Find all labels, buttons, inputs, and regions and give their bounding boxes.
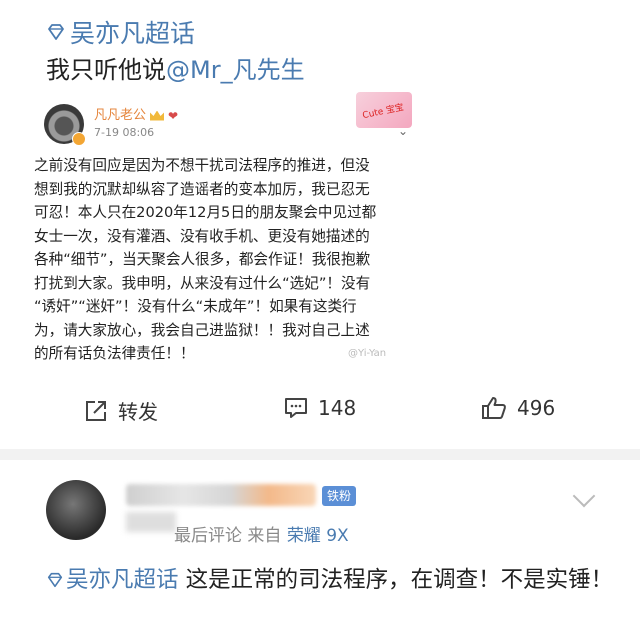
statement-line: 打扰到大家。我申明，从来没有过什么“选妃”！没有 bbox=[34, 274, 371, 292]
verified-icon bbox=[72, 132, 86, 146]
commenter-subtitle-blurred bbox=[126, 512, 176, 532]
diamond-icon bbox=[47, 572, 63, 588]
topic-link[interactable]: 吴亦凡超话 bbox=[46, 14, 195, 50]
comment-meta-prefix: 最后评论 来自 bbox=[174, 526, 287, 546]
embedded-statement: 之前没有回应是因为不想干扰司法程序的推进，但没 想到我的沉默却纵容了造谣者的变本… bbox=[34, 154, 420, 366]
expand-arrow-icon: ⌄ bbox=[398, 124, 409, 138]
statement-line: “诱奸”“迷奸”！没有什么“未成年”！如果有这类行 bbox=[34, 298, 357, 315]
comment-icon bbox=[285, 398, 307, 418]
fan-badge: 铁粉 bbox=[322, 486, 357, 506]
commenter-name-blurred[interactable] bbox=[126, 484, 316, 506]
embedded-screenshot[interactable]: 凡凡老公 ❤ 7-19 08:06 Cute 宝宝 ⌄ 之前没有回应是因为不想干扰… bbox=[30, 88, 420, 374]
statement-line: 各种“细节”，当天聚会人很多，都会作证！我很抱歉 bbox=[34, 251, 371, 268]
embedded-author-name: 凡凡老公 bbox=[94, 108, 147, 123]
avatar bbox=[44, 104, 86, 146]
embedded-time: 7-19 08:06 bbox=[94, 126, 155, 139]
section-divider bbox=[0, 449, 640, 460]
repost-icon bbox=[86, 400, 106, 421]
action-bar: 转发 148 496 bbox=[0, 382, 640, 442]
diamond-icon bbox=[48, 24, 64, 40]
statement-line: 可忍！本人只在2020年12月5日的朋友聚会中见过都 bbox=[34, 204, 377, 221]
comment-topic-link[interactable]: 吴亦凡超话 bbox=[46, 567, 179, 593]
thumbs-up-icon bbox=[482, 397, 506, 419]
comment-body: 这是正常的司法程序，在调查！不是实锤！ bbox=[178, 567, 614, 593]
statement-line: 女士一次，没有灌酒、没有收手机、更没有她描述的 bbox=[34, 227, 370, 245]
device-link[interactable]: 荣耀 9X bbox=[287, 526, 349, 546]
watermark: @Yi-Yan bbox=[348, 348, 387, 359]
comment-text: 吴亦凡超话 这是正常的司法程序，在调查！不是实锤！ bbox=[46, 564, 616, 596]
topic-label: 吴亦凡超话 bbox=[70, 19, 196, 48]
statement-line: 为，请大家放心，我会自己进监狱！！我对自己上述 bbox=[34, 321, 370, 339]
like-button[interactable]: 496 bbox=[481, 396, 555, 420]
post-text-body: 我只听他说 bbox=[46, 56, 166, 84]
comment-topic-label: 吴亦凡超话 bbox=[66, 567, 179, 593]
embedded-author: 凡凡老公 ❤ bbox=[94, 104, 178, 123]
mention-link[interactable]: @Mr_凡先生 bbox=[166, 56, 305, 84]
crown-icon bbox=[150, 110, 165, 121]
statement-line: 想到我的沉默却纵容了造谣者的变本加厉，我已忍无 bbox=[34, 180, 370, 198]
like-count: 496 bbox=[517, 396, 556, 420]
chevron-down-icon[interactable] bbox=[572, 484, 596, 508]
heart-icon: ❤ bbox=[168, 108, 179, 123]
statement-line: 之前没有回应是因为不想干扰司法程序的推进，但没 bbox=[34, 157, 370, 174]
post-text: 我只听他说@Mr_凡先生 bbox=[46, 50, 305, 85]
repost-label: 转发 bbox=[118, 400, 158, 424]
commenter-avatar[interactable] bbox=[46, 480, 106, 540]
comment-count: 148 bbox=[318, 396, 357, 420]
comment-button[interactable]: 148 bbox=[284, 396, 356, 420]
sticker-text: Cute 宝宝 bbox=[361, 102, 405, 122]
repost-button[interactable]: 转发 bbox=[84, 396, 158, 425]
sticker-image: Cute 宝宝 bbox=[356, 92, 412, 128]
comment-meta: 最后评论 来自 荣耀 9X bbox=[174, 521, 349, 546]
